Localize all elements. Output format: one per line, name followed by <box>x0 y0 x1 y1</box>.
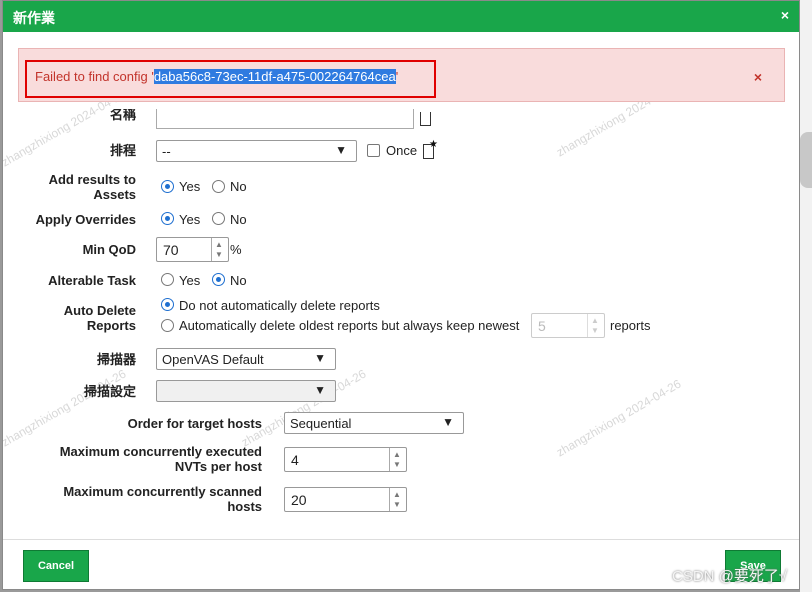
add-assets-no-radio[interactable] <box>212 180 225 193</box>
auto-delete-keep-radio[interactable] <box>161 319 174 332</box>
max-nvts-label: Maximum concurrently executed NVTs per ho… <box>59 444 262 474</box>
alterable-yes-label: Yes <box>179 273 201 288</box>
apply-overrides-yes-label: Yes <box>179 212 201 227</box>
min-qod-value: 70 <box>163 242 179 258</box>
background-shape <box>800 132 812 188</box>
footer-divider <box>3 539 799 540</box>
once-checkbox[interactable] <box>367 144 380 157</box>
watermark: zhangzhixiong 2024-04-26 <box>238 366 369 450</box>
scan-config-select[interactable]: ▼ <box>156 380 336 402</box>
scan-config-label: 掃描設定 <box>83 384 136 399</box>
auto-delete-suffix: reports <box>610 318 651 333</box>
error-config-id: daba56c8-73ec-11df-a475-002264764cea <box>153 69 396 84</box>
spin-down-icon[interactable]: ▼ <box>591 326 599 335</box>
background-page <box>800 0 812 592</box>
alterable-no-label: No <box>230 273 247 288</box>
auto-delete-label: Auto Delete Reports <box>63 303 136 333</box>
spin-up-icon[interactable]: ▲ <box>215 240 223 249</box>
error-banner: Failed to find config 'daba56c8-73ec-11d… <box>18 48 785 102</box>
auto-delete-keep-stepper[interactable]: 5 ▲ ▼ <box>531 313 605 338</box>
spin-buttons[interactable]: ▲ ▼ <box>389 448 406 471</box>
add-assets-label: Add results to Assets <box>48 172 136 202</box>
alterable-no-radio[interactable] <box>212 273 225 286</box>
order-label: Order for target hosts <box>127 416 262 431</box>
chevron-down-icon: ▼ <box>314 351 326 365</box>
scanner-label: 掃描器 <box>96 352 136 367</box>
max-nvts-stepper[interactable]: 4 ▲ ▼ <box>284 447 407 472</box>
watermark: zhangzhixiong 2024-04-26 <box>2 366 129 450</box>
auto-delete-off-radio[interactable] <box>161 298 174 311</box>
apply-overrides-no-radio[interactable] <box>212 212 225 225</box>
new-schedule-icon[interactable]: ★ <box>423 139 438 159</box>
chevron-down-icon: ▼ <box>314 383 326 397</box>
cancel-button[interactable]: Cancel <box>23 550 89 582</box>
spin-buttons[interactable]: ▲ ▼ <box>587 314 604 337</box>
max-hosts-stepper[interactable]: 20 ▲ ▼ <box>284 487 407 512</box>
error-suffix: ' <box>395 69 399 84</box>
max-nvts-value: 4 <box>291 452 299 468</box>
apply-overrides-no-label: No <box>230 212 247 227</box>
spin-down-icon[interactable]: ▼ <box>215 250 223 259</box>
apply-overrides-label: Apply Overrides <box>35 212 136 227</box>
dialog-titlebar: 新作業 × <box>3 1 799 32</box>
min-qod-unit: % <box>230 242 242 257</box>
add-assets-yes-label: Yes <box>179 179 201 194</box>
order-value: Sequential <box>290 416 352 431</box>
add-assets-yes-radio[interactable] <box>161 180 174 193</box>
max-hosts-label: Maximum concurrently scanned hosts <box>63 484 262 514</box>
add-assets-no-label: No <box>230 179 247 194</box>
spin-up-icon[interactable]: ▲ <box>591 316 599 325</box>
min-qod-label: Min QoD <box>82 242 136 257</box>
alterable-label: Alterable Task <box>48 273 136 288</box>
schedule-value: -- <box>162 144 171 159</box>
apply-overrides-yes-radio[interactable] <box>161 212 174 225</box>
order-select[interactable]: Sequential ▼ <box>284 412 464 434</box>
dialog-close-icon[interactable]: × <box>781 7 789 23</box>
spin-up-icon[interactable]: ▲ <box>393 450 401 459</box>
scanner-select[interactable]: OpenVAS Default ▼ <box>156 348 336 370</box>
spin-up-icon[interactable]: ▲ <box>393 490 401 499</box>
schedule-select[interactable]: -- ▼ <box>156 140 357 162</box>
error-close-icon[interactable]: × <box>754 69 762 85</box>
new-icon[interactable] <box>420 112 431 126</box>
auto-delete-keep-value: 5 <box>538 318 546 334</box>
dialog-title: 新作業 <box>13 10 55 26</box>
schedule-label: 排程 <box>109 143 136 158</box>
alterable-yes-radio[interactable] <box>161 273 174 286</box>
spin-down-icon[interactable]: ▼ <box>393 460 401 469</box>
chevron-down-icon: ▼ <box>442 415 454 429</box>
auto-delete-off-label: Do not automatically delete reports <box>179 298 380 313</box>
chevron-down-icon: ▼ <box>335 143 347 157</box>
spin-buttons[interactable]: ▲ ▼ <box>211 238 228 261</box>
spin-down-icon[interactable]: ▼ <box>393 500 401 509</box>
error-message: Failed to find config 'daba56c8-73ec-11d… <box>35 69 398 84</box>
new-task-dialog: 新作業 × zhangzhixiong 2024-04-26 zhangzhix… <box>2 0 800 590</box>
min-qod-stepper[interactable]: 70 ▲ ▼ <box>156 237 229 262</box>
spin-buttons[interactable]: ▲ ▼ <box>389 488 406 511</box>
scanner-value: OpenVAS Default <box>162 352 264 367</box>
name-row-partial: 名稱 <box>3 109 799 129</box>
once-label: Once <box>386 143 418 158</box>
max-hosts-value: 20 <box>291 492 307 508</box>
error-prefix: Failed to find config ' <box>35 69 154 84</box>
name-label: 名稱 <box>109 109 136 122</box>
auto-delete-keep-label: Automatically delete oldest reports but … <box>179 318 520 333</box>
csdn-watermark: CSDN @要死了√ <box>672 568 788 585</box>
watermark: zhangzhixiong 2024-04-26 <box>553 376 684 460</box>
name-input[interactable] <box>156 109 414 129</box>
